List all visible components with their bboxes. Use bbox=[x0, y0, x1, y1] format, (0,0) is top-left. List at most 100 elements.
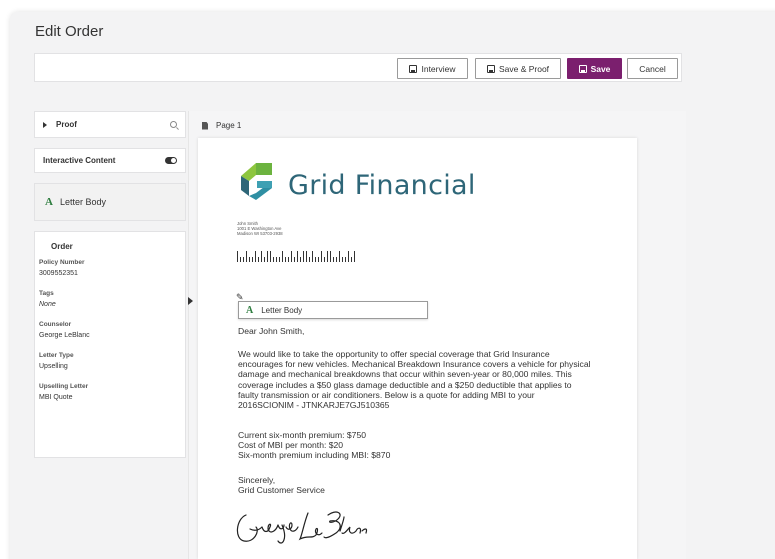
quote-line: Current six-month premium: $750 bbox=[238, 430, 366, 440]
letter-body-icon: A bbox=[45, 196, 53, 208]
barcode-bar bbox=[342, 257, 343, 262]
closing-line: Grid Customer Service bbox=[238, 485, 325, 496]
barcode-bar bbox=[279, 257, 280, 262]
barcode-bar bbox=[327, 251, 328, 262]
counselor-value: George LeBlanc bbox=[39, 332, 90, 339]
field-label: Tags bbox=[39, 290, 54, 297]
letter-body-icon: A bbox=[246, 304, 254, 316]
body-line: We would like to take the opportunity to… bbox=[238, 349, 550, 359]
barcode-bar bbox=[324, 257, 325, 262]
letter-body-item[interactable]: A Letter Body bbox=[34, 183, 186, 221]
barcode-bar bbox=[351, 257, 352, 262]
letter-body-text: We would like to take the opportunity to… bbox=[238, 349, 591, 410]
recipient-address: John Smith 1001 E Washington Ave Madison… bbox=[237, 221, 283, 237]
save-button[interactable]: Save bbox=[567, 58, 622, 79]
tags-value: None bbox=[39, 301, 56, 308]
barcode-bar bbox=[312, 251, 313, 262]
address-line: Madison WI 53703-2938 bbox=[237, 231, 283, 237]
field-label: Upselling Letter bbox=[39, 383, 89, 390]
search-icon[interactable] bbox=[170, 121, 177, 128]
proof-panel[interactable]: Proof bbox=[34, 111, 186, 138]
proof-label: Proof bbox=[56, 120, 77, 129]
barcode-bar bbox=[273, 257, 274, 262]
body-line: faulty transmission or air conditioners.… bbox=[238, 389, 535, 400]
save-icon bbox=[578, 64, 587, 73]
barcode-bar bbox=[333, 257, 334, 262]
caret-right-icon bbox=[43, 121, 47, 128]
quote-line: Cost of MBI per month: $20 bbox=[238, 440, 344, 451]
logo-text: Grid Financial bbox=[288, 170, 476, 201]
cancel-label: Cancel bbox=[639, 63, 666, 74]
save-label: Save bbox=[590, 63, 611, 74]
barcode-bar bbox=[255, 251, 256, 262]
policy-number-value: 3009552351 bbox=[39, 270, 78, 277]
body-line: 2016SCIONIM - JTNKARJE7GJ510365 bbox=[238, 400, 390, 411]
page-icon bbox=[202, 121, 208, 130]
barcode-bar bbox=[297, 251, 298, 262]
barcode-bar bbox=[261, 251, 262, 262]
body-line: encourages for new vehicles. Mechanical … bbox=[238, 359, 591, 370]
closing-line: Sincerely, bbox=[238, 475, 276, 485]
letter-closing: Sincerely, Grid Customer Service bbox=[238, 475, 325, 495]
cancel-button[interactable]: Cancel bbox=[627, 58, 678, 79]
barcode-bar bbox=[315, 257, 316, 262]
expand-panel-icon[interactable] bbox=[188, 297, 193, 305]
toolbar: Interview Save & Proof Save Cancel bbox=[34, 53, 682, 82]
save-icon bbox=[409, 64, 418, 73]
body-line: coverage includes a $50 glass damage ded… bbox=[238, 379, 572, 390]
page-label: Page 1 bbox=[216, 121, 242, 130]
grid-financial-logo-icon bbox=[241, 163, 272, 200]
barcode-bar bbox=[339, 251, 340, 262]
barcode-bar bbox=[246, 251, 247, 262]
barcode-bar bbox=[294, 257, 295, 262]
letter-body-block[interactable]: A Letter Body bbox=[238, 301, 428, 319]
barcode-bar bbox=[264, 257, 265, 262]
field-label: Counselor bbox=[39, 321, 72, 328]
barcode-bar bbox=[243, 257, 244, 262]
barcode-bar bbox=[306, 251, 307, 262]
barcode-bar bbox=[318, 257, 319, 262]
save-proof-label: Save & Proof bbox=[498, 63, 550, 74]
barcode-bar bbox=[354, 251, 355, 262]
signature-image bbox=[236, 511, 368, 544]
interactive-content-label: Interactive Content bbox=[43, 156, 116, 165]
save-proof-button[interactable]: Save & Proof bbox=[475, 58, 561, 79]
barcode-bar bbox=[252, 257, 253, 262]
barcode-bar bbox=[291, 251, 292, 262]
interactive-content-panel: Interactive Content bbox=[34, 148, 186, 173]
barcode-bar bbox=[345, 257, 346, 262]
barcode-bar bbox=[249, 257, 250, 262]
quote-line: Six-month premium including MBI: $870 bbox=[238, 450, 391, 461]
barcode-bar bbox=[240, 257, 241, 262]
barcode-bar bbox=[348, 251, 349, 262]
letter-quote: Current six-month premium: $750 Cost of … bbox=[238, 430, 390, 461]
letter-type-value: Upselling bbox=[39, 363, 68, 370]
letter-greeting: Dear John Smith, bbox=[238, 326, 305, 336]
field-label: Policy Number bbox=[39, 259, 85, 266]
barcode-bar bbox=[237, 251, 238, 262]
order-panel: Order Policy Number 3009552351 Tags None… bbox=[34, 231, 186, 458]
page-title: Edit Order bbox=[35, 23, 104, 40]
barcode-bar bbox=[258, 257, 259, 262]
interactive-content-toggle[interactable] bbox=[165, 157, 177, 164]
letter-body-label: Letter Body bbox=[59, 197, 106, 207]
barcode-bar bbox=[303, 251, 304, 262]
save-icon bbox=[486, 64, 495, 73]
barcode-bar bbox=[330, 251, 331, 262]
upselling-letter-value: MBI Quote bbox=[39, 394, 73, 401]
interview-label: Interview bbox=[421, 63, 456, 74]
letter-body-block-label: Letter Body bbox=[261, 305, 303, 315]
body-line: damage and mechanical breakdowns that oc… bbox=[238, 369, 572, 380]
interview-button[interactable]: Interview bbox=[397, 58, 468, 79]
barcode-bar bbox=[270, 251, 271, 262]
barcode-bar bbox=[285, 257, 286, 262]
barcode-bar bbox=[288, 257, 289, 262]
barcode-bar bbox=[267, 251, 268, 262]
order-heading: Order bbox=[51, 242, 73, 251]
barcode-bar bbox=[309, 257, 310, 262]
barcode-bar bbox=[321, 251, 322, 262]
field-label: Letter Type bbox=[39, 352, 74, 359]
barcode-bar bbox=[300, 257, 301, 262]
barcode-bar bbox=[336, 257, 337, 262]
barcode-bar bbox=[276, 257, 277, 262]
